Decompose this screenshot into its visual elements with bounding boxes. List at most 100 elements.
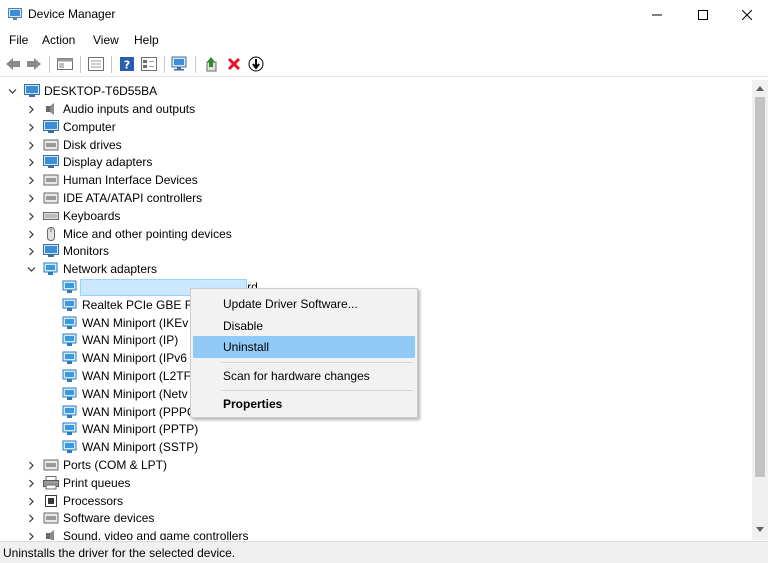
software-device-icon xyxy=(43,512,59,524)
chevron-right-icon[interactable] xyxy=(27,176,36,185)
tree-category[interactable]: Sound, video and game controllers xyxy=(63,529,248,540)
tree-device[interactable]: Realtek PCIe GBE Far xyxy=(82,298,203,312)
menu-bar: File Action View Help xyxy=(0,30,768,51)
chevron-right-icon[interactable] xyxy=(27,532,36,540)
menu-file[interactable]: File xyxy=(9,33,28,47)
chevron-right-icon[interactable] xyxy=(27,479,36,488)
menu-action[interactable]: Action xyxy=(42,33,75,47)
ctx-separator xyxy=(221,362,413,363)
menu-help[interactable]: Help xyxy=(134,33,159,47)
chevron-right-icon[interactable] xyxy=(27,497,36,506)
ctx-update-driver-label: Update Driver Software... xyxy=(223,297,358,311)
back-arrow-icon xyxy=(6,58,20,70)
help-icon: ? xyxy=(120,57,134,72)
chevron-right-icon[interactable] xyxy=(27,247,36,256)
properties-sheet-icon xyxy=(57,58,73,70)
ctx-uninstall[interactable]: Uninstall xyxy=(193,336,415,358)
chevron-down-icon[interactable] xyxy=(8,87,17,96)
ctx-update-driver[interactable]: Update Driver Software... xyxy=(193,293,415,315)
tree-category[interactable]: Keyboards xyxy=(63,209,120,223)
scroll-up-icon[interactable] xyxy=(756,85,764,91)
chevron-right-icon[interactable] xyxy=(27,141,36,150)
status-bar: Uninstalls the driver for the selected d… xyxy=(0,541,768,563)
toolbar: ? xyxy=(0,52,768,77)
disable-device-button[interactable] xyxy=(247,55,265,73)
title-bar: Device Manager xyxy=(0,0,768,30)
network-card-icon xyxy=(62,333,77,346)
tree-category[interactable]: Processors xyxy=(63,494,123,508)
ctx-disable[interactable]: Disable xyxy=(193,315,415,337)
minimize-icon xyxy=(652,14,662,16)
toolbar-separator xyxy=(80,56,81,73)
monitor-icon xyxy=(43,244,59,257)
tree-category[interactable]: Software devices xyxy=(63,511,154,525)
tree-category[interactable]: Human Interface Devices xyxy=(63,173,198,187)
ctx-uninstall-label: Uninstall xyxy=(223,340,270,354)
back-button[interactable] xyxy=(4,55,22,73)
tree-category[interactable]: Computer xyxy=(63,120,116,134)
scan-hardware-button[interactable] xyxy=(171,55,189,73)
chevron-right-icon[interactable] xyxy=(27,123,36,132)
network-card-icon xyxy=(62,369,77,382)
device-manager-icon xyxy=(8,8,22,20)
menu-view[interactable]: View xyxy=(93,33,119,47)
ctx-properties-label: Properties xyxy=(223,397,283,411)
svg-text:?: ? xyxy=(124,59,130,72)
tree-category[interactable]: Display adapters xyxy=(63,155,152,169)
keyboard-icon xyxy=(43,212,59,220)
ctx-separator xyxy=(221,390,413,391)
properties-button[interactable] xyxy=(140,55,158,73)
chevron-down-icon[interactable] xyxy=(27,265,36,274)
vertical-scrollbar[interactable] xyxy=(752,80,768,540)
tree-device[interactable]: WAN Miniport (PPPC xyxy=(82,405,196,419)
tree-category[interactable]: Print queues xyxy=(63,476,130,490)
maximize-icon xyxy=(698,10,708,20)
scan-hardware-icon xyxy=(171,56,187,71)
tree-device[interactable]: WAN Miniport (IP) xyxy=(82,333,178,347)
tree-category[interactable]: Network adapters xyxy=(63,262,157,276)
tree-device[interactable]: WAN Miniport (SSTP) xyxy=(82,440,198,454)
ctx-scan-hardware[interactable]: Scan for hardware changes xyxy=(193,365,415,387)
scroll-down-icon[interactable] xyxy=(756,527,764,533)
tree-root-label[interactable]: DESKTOP-T6D55BA xyxy=(44,84,157,98)
tree-category[interactable]: IDE ATA/ATAPI controllers xyxy=(63,191,202,205)
network-card-icon xyxy=(62,405,77,418)
chevron-right-icon[interactable] xyxy=(27,514,36,523)
update-driver-button[interactable] xyxy=(203,55,221,73)
tree-device[interactable]: WAN Miniport (Netv xyxy=(82,387,188,401)
chevron-right-icon[interactable] xyxy=(27,158,36,167)
minimize-button[interactable] xyxy=(634,0,680,30)
scrollbar-thumb[interactable] xyxy=(755,97,765,477)
forward-arrow-icon xyxy=(27,58,41,70)
ctx-scan-hardware-label: Scan for hardware changes xyxy=(223,369,370,383)
tree-device[interactable]: WAN Miniport (L2TF xyxy=(82,369,191,383)
tree-category[interactable]: Ports (COM & LPT) xyxy=(63,458,167,472)
chevron-right-icon[interactable] xyxy=(27,212,36,221)
chevron-right-icon[interactable] xyxy=(27,194,36,203)
port-icon xyxy=(43,459,59,471)
properties-icon xyxy=(141,57,157,71)
uninstall-button[interactable] xyxy=(225,55,243,73)
hid-icon xyxy=(43,174,59,186)
tree-device[interactable]: WAN Miniport (IPv6 xyxy=(82,351,187,365)
tree-device[interactable]: WAN Miniport (PPTP) xyxy=(82,422,198,436)
help-button[interactable]: ? xyxy=(118,55,136,73)
status-text: Uninstalls the driver for the selected d… xyxy=(3,546,236,560)
tree-category[interactable]: Audio inputs and outputs xyxy=(63,102,195,116)
forward-button[interactable] xyxy=(25,55,43,73)
show-hide-console-tree-icon xyxy=(88,57,104,71)
tree-device[interactable]: WAN Miniport (IKEv xyxy=(82,316,188,330)
show-hide-console-tree-button[interactable] xyxy=(87,55,105,73)
tree-category[interactable]: Disk drives xyxy=(63,138,122,152)
chevron-right-icon[interactable] xyxy=(27,230,36,239)
tree-category[interactable]: Mice and other pointing devices xyxy=(63,227,232,241)
close-button[interactable] xyxy=(724,0,768,30)
properties-sheet-button[interactable] xyxy=(56,55,74,73)
tree-category[interactable]: Monitors xyxy=(63,244,109,258)
chevron-right-icon[interactable] xyxy=(27,461,36,470)
chevron-right-icon[interactable] xyxy=(27,105,36,114)
network-card-icon xyxy=(62,422,77,435)
ctx-properties[interactable]: Properties xyxy=(193,393,415,415)
toolbar-separator xyxy=(164,56,165,73)
maximize-button[interactable] xyxy=(680,0,726,30)
